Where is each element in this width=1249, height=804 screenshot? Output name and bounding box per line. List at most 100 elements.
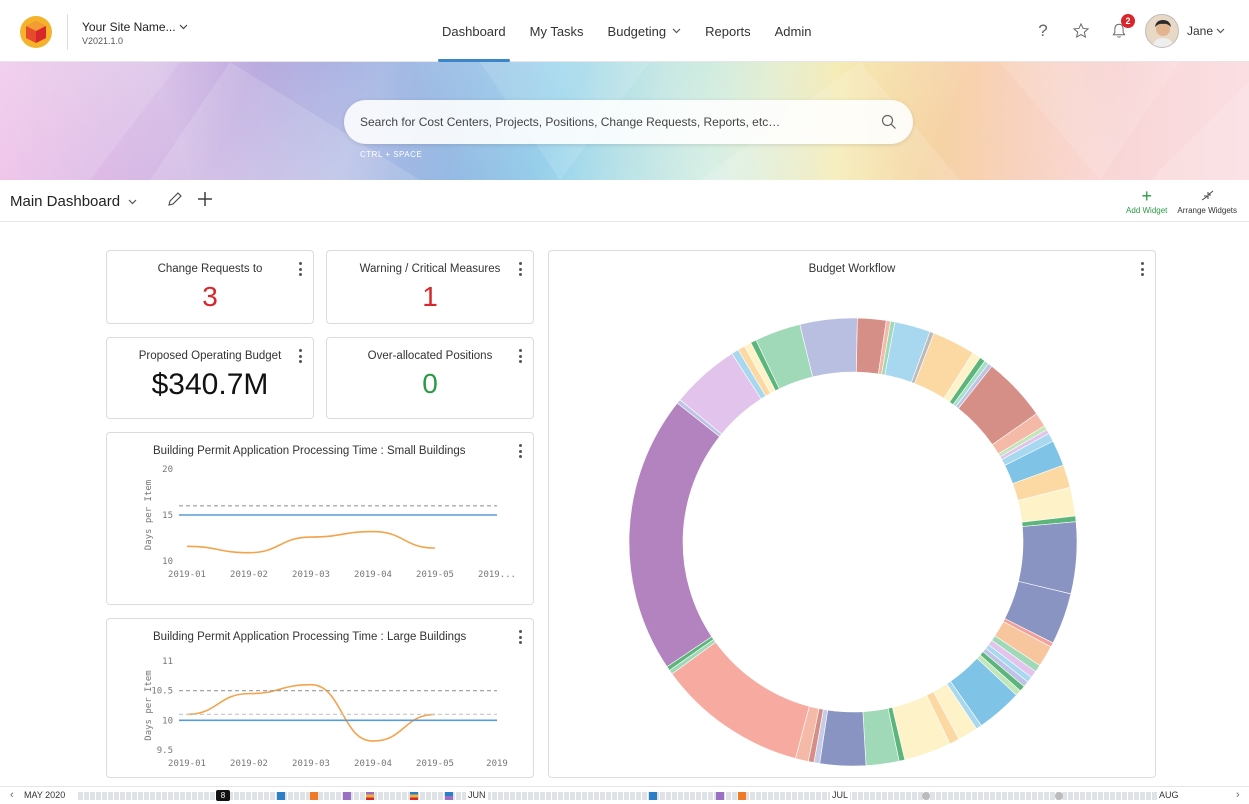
card-title: Proposed Operating Budget — [138, 350, 282, 362]
large-buildings-line-chart: Days per Item9.5 10 10.5 11 2019-01 2019-02 20… — [144, 657, 508, 769]
timeline-event[interactable] — [410, 792, 418, 800]
timeline-event[interactable] — [277, 792, 285, 800]
widget-actions: + Add Widget Arrange Widgets — [1126, 186, 1237, 215]
global-search — [344, 100, 913, 144]
budget-workflow-donut-chart — [628, 317, 1078, 767]
arrange-widgets-button[interactable]: Arrange Widgets — [1177, 186, 1237, 215]
timeline-bar: ‹ MAY 2020 JUN JUL AUG › 8 — [0, 786, 1249, 804]
top-navigation-bar: Your Site Name... V2021.1.0 Dashboard My… — [0, 0, 1249, 62]
timeline-event[interactable] — [343, 792, 351, 800]
y-tick-label: 11 — [162, 657, 173, 667]
card-menu-icon[interactable] — [296, 260, 304, 278]
user-menu[interactable]: Jane — [1187, 24, 1225, 38]
timeline-event[interactable] — [649, 792, 657, 800]
add-widget-button[interactable]: + Add Widget — [1126, 186, 1167, 215]
dashboard-selector[interactable]: Main Dashboard — [10, 193, 137, 210]
y-axis-label: Days per Item — [144, 480, 154, 550]
kpi-value: $340.7M — [151, 368, 269, 401]
header-actions: ? 2 Jane — [1031, 0, 1225, 62]
arrange-arrows-icon — [1201, 190, 1214, 201]
over-allocated-card[interactable]: Over-allocated Positions 0 — [326, 337, 534, 419]
timeline-label-aug: AUG — [1157, 790, 1181, 800]
timeline-milestone-dot[interactable] — [1055, 792, 1063, 800]
timeline-label-may: MAY 2020 — [22, 790, 68, 800]
nav-label: Budgeting — [607, 23, 667, 39]
chevron-down-icon — [1216, 28, 1225, 34]
donut-slice[interactable] — [1018, 521, 1078, 595]
notification-badge: 2 — [1120, 14, 1135, 28]
card-menu-icon[interactable] — [296, 347, 304, 365]
warning-measures-card[interactable]: Warning / Critical Measures 1 — [326, 250, 534, 324]
notifications-button[interactable]: 2 — [1107, 14, 1135, 43]
y-tick-label: 10.5 — [151, 687, 173, 697]
chevron-left-icon[interactable]: ‹ — [10, 789, 14, 801]
site-version: V2021.1.0 — [82, 36, 124, 46]
search-input[interactable] — [360, 115, 881, 129]
site-selector[interactable]: Your Site Name... — [82, 20, 188, 34]
add-dashboard-plus-icon[interactable] — [196, 190, 214, 208]
x-tick-label: 2019... — [478, 570, 516, 580]
edit-pencil-icon[interactable] — [166, 190, 184, 208]
nav-budgeting[interactable]: Budgeting — [596, 0, 694, 62]
help-icon[interactable]: ? — [1031, 19, 1055, 43]
small-buildings-line-chart: Days per Item 10 15 20 2019-01 2019-02 2019-03… — [144, 465, 516, 580]
timeline-event[interactable] — [366, 792, 374, 800]
nav-admin[interactable]: Admin — [763, 0, 824, 62]
timeline-label-jun: JUN — [466, 790, 488, 800]
donut-slice[interactable] — [671, 641, 810, 759]
budget-workflow-card[interactable]: Budget Workflow — [548, 250, 1156, 778]
card-menu-icon[interactable] — [516, 347, 524, 365]
nav-my-tasks[interactable]: My Tasks — [518, 0, 596, 62]
card-title: Warning / Critical Measures — [359, 263, 501, 275]
plus-icon: + — [1141, 186, 1152, 206]
card-title: Over-allocated Positions — [367, 350, 493, 362]
nav-dashboard[interactable]: Dashboard — [430, 0, 518, 62]
arrange-widgets-label: Arrange Widgets — [1177, 206, 1237, 215]
x-tick-label: 2019 — [486, 759, 508, 769]
y-tick-label: 15 — [162, 511, 173, 521]
dashboard-header: Main Dashboard + Add Widget Arrange Widg… — [0, 180, 1249, 222]
proposed-budget-card[interactable]: Proposed Operating Budget $340.7M — [106, 337, 314, 419]
nav-label: Reports — [705, 23, 751, 39]
x-tick-label: 2019-05 — [416, 759, 454, 769]
app-logo-icon[interactable] — [20, 16, 52, 48]
y-tick-label: 20 — [162, 465, 173, 475]
dashboard-title: Main Dashboard — [10, 193, 121, 210]
add-widget-label: Add Widget — [1126, 206, 1168, 215]
change-requests-card[interactable]: Change Requests to 3 — [106, 250, 314, 324]
small-buildings-chart-card[interactable]: Building Permit Application Processing T… — [106, 432, 534, 605]
series-line — [186, 683, 436, 742]
y-tick-label: 10 — [162, 557, 173, 567]
timeline-track[interactable] — [78, 792, 1159, 800]
y-tick-label: 10 — [162, 716, 173, 726]
dashboard-tools — [166, 190, 214, 208]
search-shortcut-hint: CTRL + SPACE — [360, 150, 423, 159]
x-tick-label: 2019-02 — [230, 570, 268, 580]
card-menu-icon[interactable] — [516, 260, 524, 278]
kpi-value: 0 — [422, 368, 438, 399]
avatar[interactable] — [1144, 14, 1179, 48]
chevron-down-icon — [179, 24, 188, 30]
timeline-event[interactable] — [445, 792, 453, 800]
x-tick-label: 2019-05 — [416, 570, 454, 580]
donut-slice[interactable] — [628, 402, 721, 668]
x-tick-label: 2019-01 — [168, 759, 206, 769]
x-tick-label: 2019-04 — [354, 570, 392, 580]
main-nav: Dashboard My Tasks Budgeting Reports Adm… — [430, 0, 824, 62]
kpi-value: 1 — [422, 281, 438, 312]
timeline-event[interactable] — [738, 792, 746, 800]
chevron-down-icon — [128, 199, 137, 204]
x-tick-label: 2019-04 — [354, 759, 392, 769]
search-icon[interactable] — [881, 114, 897, 130]
star-icon[interactable] — [1069, 19, 1093, 43]
x-tick-label: 2019-03 — [292, 759, 330, 769]
chevron-right-icon[interactable]: › — [1236, 789, 1240, 801]
timeline-event[interactable] — [310, 792, 318, 800]
timeline-milestone-dot[interactable] — [922, 792, 930, 800]
large-buildings-chart-card[interactable]: Building Permit Application Processing T… — [106, 618, 534, 778]
x-tick-label: 2019-02 — [230, 759, 268, 769]
header-divider — [67, 14, 68, 50]
nav-reports[interactable]: Reports — [693, 0, 763, 62]
timeline-event[interactable] — [716, 792, 724, 800]
timeline-today-marker[interactable]: 8 — [216, 790, 230, 801]
